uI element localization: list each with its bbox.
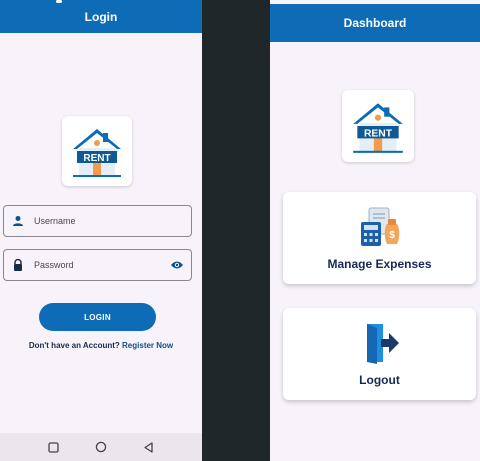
register-prompt: Don't have an Account? Register Now — [0, 341, 202, 350]
rent-logo: RENT — [62, 116, 132, 186]
password-input[interactable] — [34, 250, 169, 280]
person-icon — [10, 213, 26, 229]
login-title: Login — [84, 9, 118, 24]
register-now-link[interactable]: Register Now — [122, 341, 173, 350]
system-nav-bar — [0, 433, 202, 461]
recents-icon[interactable] — [47, 440, 61, 454]
lock-icon — [10, 257, 26, 273]
svg-text:RENT: RENT — [83, 153, 110, 164]
back-icon[interactable] — [141, 440, 155, 454]
home-icon[interactable] — [94, 440, 108, 454]
username-field[interactable] — [3, 205, 192, 237]
svg-text:$: $ — [389, 230, 395, 241]
status-indicator — [56, 0, 62, 3]
login-button[interactable]: LOGIN — [39, 303, 156, 331]
dashboard-screen: Dashboard RENT $ Manage Expenses Logout — [270, 0, 480, 461]
dashboard-app-bar: Dashboard — [270, 4, 480, 42]
rent-logo: RENT — [342, 90, 414, 162]
logout-card[interactable]: Logout — [283, 308, 476, 400]
svg-text:RENT: RENT — [364, 128, 393, 139]
eye-icon[interactable] — [169, 257, 185, 273]
house-icon: RENT — [353, 103, 403, 153]
register-prompt-text: Don't have an Account? — [28, 341, 120, 350]
password-field[interactable] — [3, 249, 192, 281]
login-app-bar: Login — [0, 0, 202, 33]
house-icon: RENT — [73, 129, 121, 177]
username-input[interactable] — [34, 206, 191, 236]
logout-icon — [357, 320, 403, 366]
manage-expenses-card[interactable]: $ Manage Expenses — [283, 192, 476, 284]
manage-expenses-label: Manage Expenses — [327, 257, 432, 271]
logout-label: Logout — [359, 373, 400, 387]
dashboard-title: Dashboard — [343, 16, 407, 30]
login-screen: Login RENT LOGIN Don't have an Accou — [0, 0, 202, 461]
expenses-icon: $ — [357, 204, 403, 250]
